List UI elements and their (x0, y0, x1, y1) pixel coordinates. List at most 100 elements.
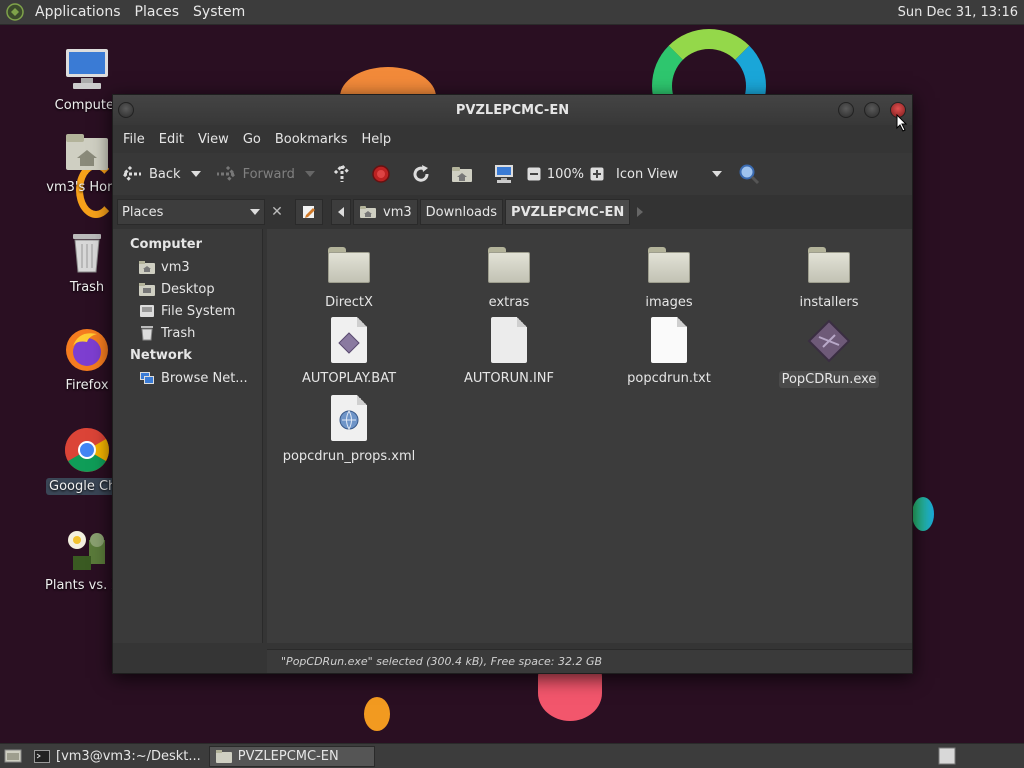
chevron-down-icon (712, 171, 723, 177)
zoom-in-button[interactable] (590, 167, 604, 181)
taskbar-item-terminal[interactable]: [vm3@vm3:~/Deskt... (28, 746, 207, 767)
sidebar-heading-network: Network (130, 348, 192, 363)
computer-button[interactable] (493, 164, 515, 184)
stop-icon (372, 165, 390, 183)
file-name: DirectX (325, 295, 373, 310)
network-icon (139, 370, 155, 386)
file-item-text[interactable]: AUTORUN.INF (434, 317, 584, 386)
breadcrumb-downloads[interactable]: Downloads (419, 199, 504, 225)
places-selector[interactable]: Places (117, 199, 265, 225)
toolbar: Back Forward 100% Icon View (113, 153, 912, 195)
sidebar-item-desktop[interactable]: Desktop (113, 278, 262, 300)
file-name: installers (799, 295, 859, 310)
file-name: AUTOPLAY.BAT (301, 371, 397, 386)
workspace-icon (938, 747, 956, 765)
workspace-switcher[interactable] (938, 746, 956, 767)
xml-file-icon (325, 395, 373, 443)
file-item-text[interactable]: popcdrun.txt (594, 317, 744, 386)
system-menu[interactable]: System (186, 4, 252, 20)
file-name: popcdrun.txt (627, 371, 711, 386)
breadcrumb-home[interactable]: vm3 (353, 199, 418, 225)
window-titlebar[interactable]: PVZLEPCMC-EN (113, 95, 912, 125)
file-name: AUTORUN.INF (463, 371, 555, 386)
view-mode-select[interactable]: Icon View (616, 167, 723, 182)
forward-label: Forward (242, 166, 295, 182)
sidebar-item-trash[interactable]: Trash (113, 322, 262, 344)
breadcrumb-label: vm3 (383, 204, 412, 220)
executable-icon (805, 317, 853, 365)
taskbar-item-file-manager[interactable]: PVZLEPCMC-EN (208, 745, 375, 767)
applications-menu[interactable]: Applications (28, 4, 128, 20)
bottom-panel: [vm3@vm3:~/Deskt... PVZLEPCMC-EN (0, 743, 1024, 768)
close-sidebar-icon[interactable]: ✕ (267, 202, 287, 222)
edit-pencil-icon (303, 206, 315, 218)
forward-button[interactable]: Forward (215, 165, 295, 183)
home-folder-icon (63, 128, 111, 176)
reload-icon (413, 165, 429, 182)
chevron-down-icon (304, 171, 315, 177)
breadcrumb-label: Downloads (425, 204, 498, 220)
search-button[interactable] (738, 163, 760, 185)
drive-icon (139, 303, 155, 319)
plants-vs-zombies-icon (63, 526, 111, 574)
places-sidebar: Computer vm3 Desktop File System Trash N… (113, 229, 263, 643)
status-bar: "PopCDRun.exe" selected (300.4 kB), Free… (267, 649, 912, 673)
minimize-button[interactable] (838, 102, 854, 118)
file-menu[interactable]: File (116, 132, 152, 147)
sidebar-item-file-system[interactable]: File System (113, 300, 262, 322)
file-item-folder[interactable]: installers (754, 241, 904, 310)
sidebar-item-browse-network[interactable]: Browse Net... (113, 367, 262, 389)
computer-icon (63, 46, 111, 94)
breadcrumb-back-arrow[interactable] (331, 199, 351, 225)
file-name: extras (488, 295, 530, 310)
folder-icon (325, 241, 373, 289)
file-item-script[interactable]: AUTOPLAY.BAT (274, 317, 424, 386)
maximize-button[interactable] (864, 102, 880, 118)
back-history-dropdown[interactable] (190, 171, 201, 177)
computer-icon (494, 165, 513, 183)
view-menu[interactable]: View (191, 132, 236, 147)
breadcrumb-label: PVZLEPCMC-EN (511, 204, 625, 220)
folder-icon (215, 749, 232, 763)
file-item-folder[interactable]: images (594, 241, 744, 310)
toggle-location-entry-button[interactable] (295, 199, 323, 225)
sidebar-item-label: File System (161, 303, 236, 319)
home-folder-icon (451, 167, 472, 182)
bookmarks-menu[interactable]: Bookmarks (268, 132, 355, 147)
back-button[interactable]: Back (121, 165, 181, 183)
file-item-folder[interactable]: DirectX (274, 241, 424, 310)
help-menu[interactable]: Help (354, 132, 398, 147)
sidebar-heading-computer: Computer (130, 237, 203, 252)
file-icon-view[interactable]: DirectX extras images installers AUTOPLA… (267, 229, 912, 643)
firefox-icon (63, 326, 111, 374)
up-arrow-icon (333, 164, 350, 182)
breadcrumb-forward-arrow[interactable] (632, 199, 648, 225)
trash-icon (139, 325, 155, 341)
home-button[interactable] (451, 165, 473, 183)
forward-history-dropdown[interactable] (304, 171, 315, 177)
edit-menu[interactable]: Edit (152, 132, 191, 147)
places-menu[interactable]: Places (128, 4, 187, 20)
file-item-xml[interactable]: popcdrun_props.xml (274, 395, 424, 464)
clock[interactable]: Sun Dec 31, 13:16 (898, 5, 1018, 20)
file-item-executable-selected[interactable]: PopCDRun.exe (754, 317, 904, 388)
breadcrumb-current[interactable]: PVZLEPCMC-EN (505, 199, 631, 225)
go-menu[interactable]: Go (236, 132, 268, 147)
home-folder-icon (360, 206, 376, 218)
reload-button[interactable] (411, 164, 431, 184)
sidebar-item-home[interactable]: vm3 (113, 256, 262, 278)
script-file-icon (325, 317, 373, 365)
sidebar-item-label: Desktop (161, 281, 215, 297)
show-desktop-button[interactable] (0, 746, 26, 767)
stop-button[interactable] (371, 164, 391, 184)
window-title: PVZLEPCMC-EN (455, 102, 570, 118)
top-menu: Applications Places System (0, 3, 252, 21)
window-menu-button[interactable] (118, 102, 134, 118)
file-name: images (645, 295, 693, 310)
zoom-out-button[interactable] (527, 167, 541, 181)
file-item-folder[interactable]: extras (434, 241, 584, 310)
up-button[interactable] (333, 164, 351, 184)
distro-logo-icon[interactable] (6, 3, 24, 21)
taskbar-item-label: [vm3@vm3:~/Deskt... (56, 748, 201, 764)
chevron-left-icon (338, 207, 344, 217)
